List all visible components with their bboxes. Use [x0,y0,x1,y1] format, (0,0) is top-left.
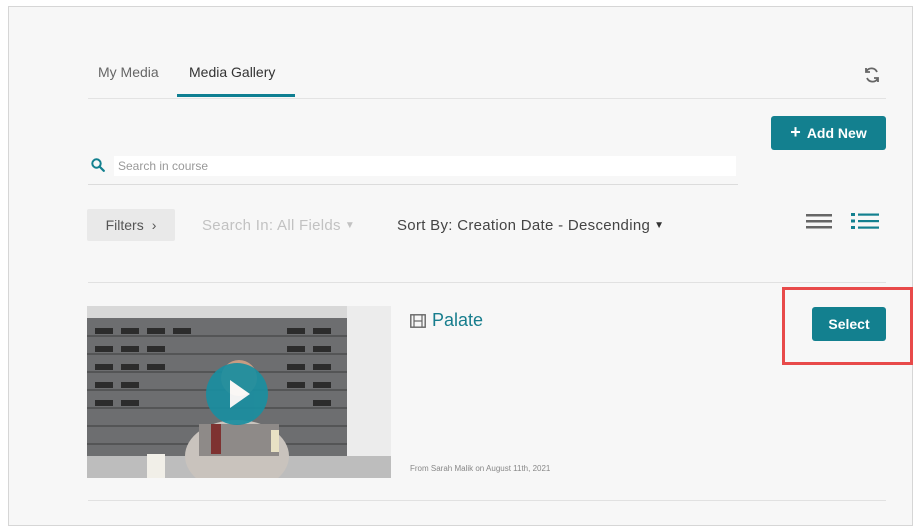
list-view-icon[interactable] [806,210,832,232]
refresh-icon[interactable] [863,66,881,84]
chevron-down-icon: ▼ [654,220,665,231]
tab-media-gallery[interactable]: Media Gallery [189,64,275,80]
active-tab-indicator [177,94,295,97]
film-icon [410,313,426,328]
tab-my-media[interactable]: My Media [98,64,159,80]
play-icon[interactable] [206,363,268,425]
add-new-button[interactable]: + Add New [771,116,886,150]
search-in-dropdown[interactable]: Search In: All Fields ▼ [202,217,355,234]
media-title-row: Palate [410,310,483,331]
media-meta: From Sarah Malik on August 11th, 2021 [410,464,551,473]
search-in-label: Search In: All Fields [202,217,341,234]
select-label: Select [828,316,870,332]
search-input[interactable] [114,156,736,176]
select-button[interactable]: Select [812,307,886,341]
plus-icon: + [790,122,801,142]
sort-by-label: Sort By: Creation Date - Descending [397,217,651,234]
sort-by-dropdown[interactable]: Sort By: Creation Date - Descending ▼ [397,217,664,234]
search-bar [88,154,738,185]
search-icon [91,158,105,172]
filters-button[interactable]: Filters › [87,209,175,241]
detail-view-icon[interactable] [851,210,879,232]
filters-label: Filters [105,217,144,233]
chevron-down-icon: ▼ [344,220,356,231]
media-tabs: My Media Media Gallery [88,56,886,99]
add-new-label: Add New [806,125,867,141]
media-title-link[interactable]: Palate [432,310,483,331]
chevron-right-icon: › [151,217,157,233]
divider [88,500,886,501]
divider [88,282,886,283]
